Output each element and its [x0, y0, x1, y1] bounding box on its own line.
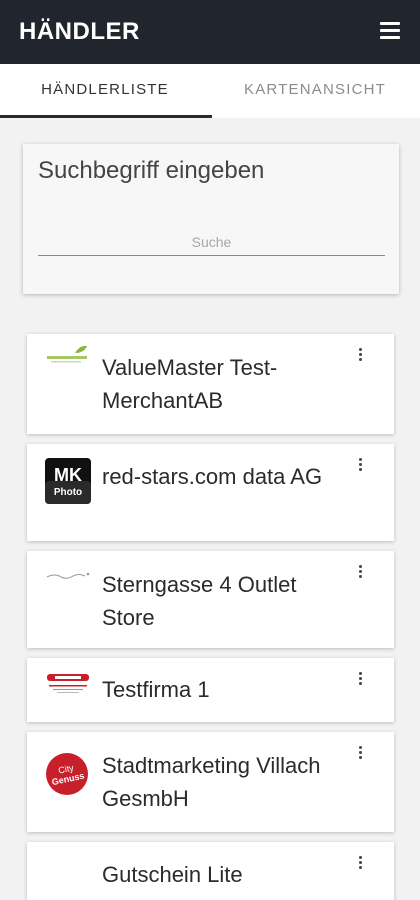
more-options-icon[interactable] — [356, 348, 364, 364]
more-options-icon[interactable] — [356, 458, 364, 474]
sterngasse-logo-icon — [46, 572, 90, 579]
valuemaster-logo-icon — [47, 345, 87, 363]
merchant-list: ValueMaster Test-MerchantAB MK Photo red… — [27, 334, 394, 900]
merchant-card[interactable]: Sterngasse 4 Outlet Store — [27, 551, 394, 648]
logo-text-mk: MK — [54, 465, 82, 485]
search-input[interactable] — [38, 228, 385, 256]
search-prompt: Suchbegriff eingeben — [38, 157, 265, 184]
merchant-name: Sterngasse 4 Outlet Store — [102, 572, 297, 630]
testfirma-logo-icon — [47, 674, 89, 693]
mk-photo-logo-icon: MK Photo — [45, 458, 91, 504]
merchant-card[interactable]: ValueMaster Test-MerchantAB — [27, 334, 394, 434]
merchant-card[interactable]: City Genuss Stadtmarketing Villach Gesmb… — [27, 732, 394, 832]
page-title: HÄNDLER — [19, 18, 140, 45]
hamburger-menu-icon[interactable] — [380, 22, 400, 40]
merchant-name: ValueMaster Test-MerchantAB — [102, 355, 278, 413]
merchant-card[interactable]: Testfirma 1 — [27, 658, 394, 722]
tab-merchant-list[interactable]: HÄNDLERLISTE — [0, 64, 210, 118]
app-header: HÄNDLER — [0, 0, 420, 64]
merchant-name: Stadtmarketing Villach GesmbH — [102, 753, 321, 811]
search-card: Suchbegriff eingeben — [23, 144, 399, 294]
tab-bar: HÄNDLERLISTE KARTENANSICHT — [0, 64, 420, 118]
merchant-card[interactable]: Gutschein Lite — [27, 842, 394, 900]
merchant-name: Testfirma 1 — [102, 677, 210, 702]
more-options-icon[interactable] — [356, 565, 364, 581]
more-options-icon[interactable] — [356, 746, 364, 762]
logo-text-photo: Photo — [54, 487, 82, 498]
more-options-icon[interactable] — [356, 856, 364, 872]
merchant-card[interactable]: MK Photo red-stars.com data AG — [27, 444, 394, 541]
more-options-icon[interactable] — [356, 672, 364, 688]
merchant-name: red-stars.com data AG — [102, 464, 323, 489]
tab-map-view[interactable]: KARTENANSICHT — [210, 64, 420, 118]
city-genuss-logo-icon: City Genuss — [46, 753, 88, 795]
active-tab-indicator — [0, 115, 212, 118]
merchant-name: Gutschein Lite — [102, 862, 243, 887]
